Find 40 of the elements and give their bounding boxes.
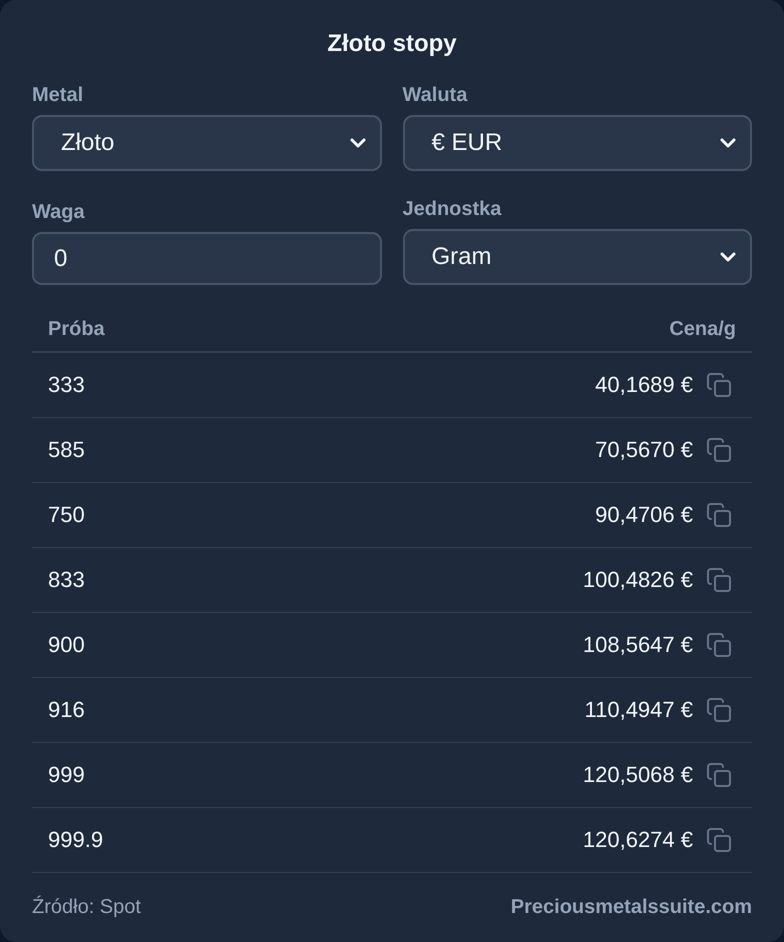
purity-cell: 900: [32, 612, 266, 678]
price-text: 100,4826 €: [582, 568, 693, 592]
source-text: Źródło: Spot: [32, 895, 141, 919]
price-text: 120,6274 €: [582, 828, 693, 852]
column-header: Próba: [32, 307, 266, 352]
currency-select[interactable]: € EUR: [402, 115, 752, 171]
chevron-down-icon: [350, 138, 366, 148]
copy-icon[interactable]: [707, 828, 731, 852]
card-title: Złoto stopy: [327, 29, 457, 59]
website-link[interactable]: Preciousmetalssuite.com: [510, 895, 752, 919]
price-text: 70,5670 €: [595, 438, 693, 462]
field-label: Metal: [32, 83, 84, 107]
weight-input[interactable]: 0: [32, 232, 382, 285]
purity-cell: 585: [32, 418, 266, 482]
unit-select[interactable]: Gram: [402, 229, 752, 285]
column-header: Cena/g: [265, 307, 752, 352]
field-label: Waluta: [402, 83, 468, 107]
copy-icon[interactable]: [707, 633, 731, 657]
purity-cell: 750: [32, 482, 266, 548]
purity-cell: 333: [32, 352, 266, 418]
copy-icon[interactable]: [707, 763, 731, 787]
price-text: 40,1689 €: [595, 373, 693, 397]
metal-select[interactable]: Złoto: [32, 115, 382, 171]
copy-icon[interactable]: [707, 373, 731, 397]
copy-icon[interactable]: [707, 698, 731, 722]
price-text: 120,5068 €: [582, 763, 693, 787]
price-text: 108,5647 €: [582, 633, 693, 657]
copy-icon[interactable]: [707, 503, 731, 527]
field-label: Waga: [32, 200, 85, 224]
field-label: Jednostka: [402, 197, 502, 221]
copy-icon[interactable]: [707, 438, 731, 462]
chevron-down-icon: [720, 252, 736, 262]
price-text: 110,4947 €: [584, 698, 693, 722]
purity-cell: 999.9: [32, 808, 266, 872]
chevron-down-icon: [720, 138, 736, 148]
purity-cell: 999: [32, 742, 266, 808]
purity-cell: 916: [32, 678, 266, 742]
copy-icon[interactable]: [707, 568, 731, 592]
purity-cell: 833: [32, 548, 266, 612]
price-text: 90,4706 €: [595, 503, 693, 527]
